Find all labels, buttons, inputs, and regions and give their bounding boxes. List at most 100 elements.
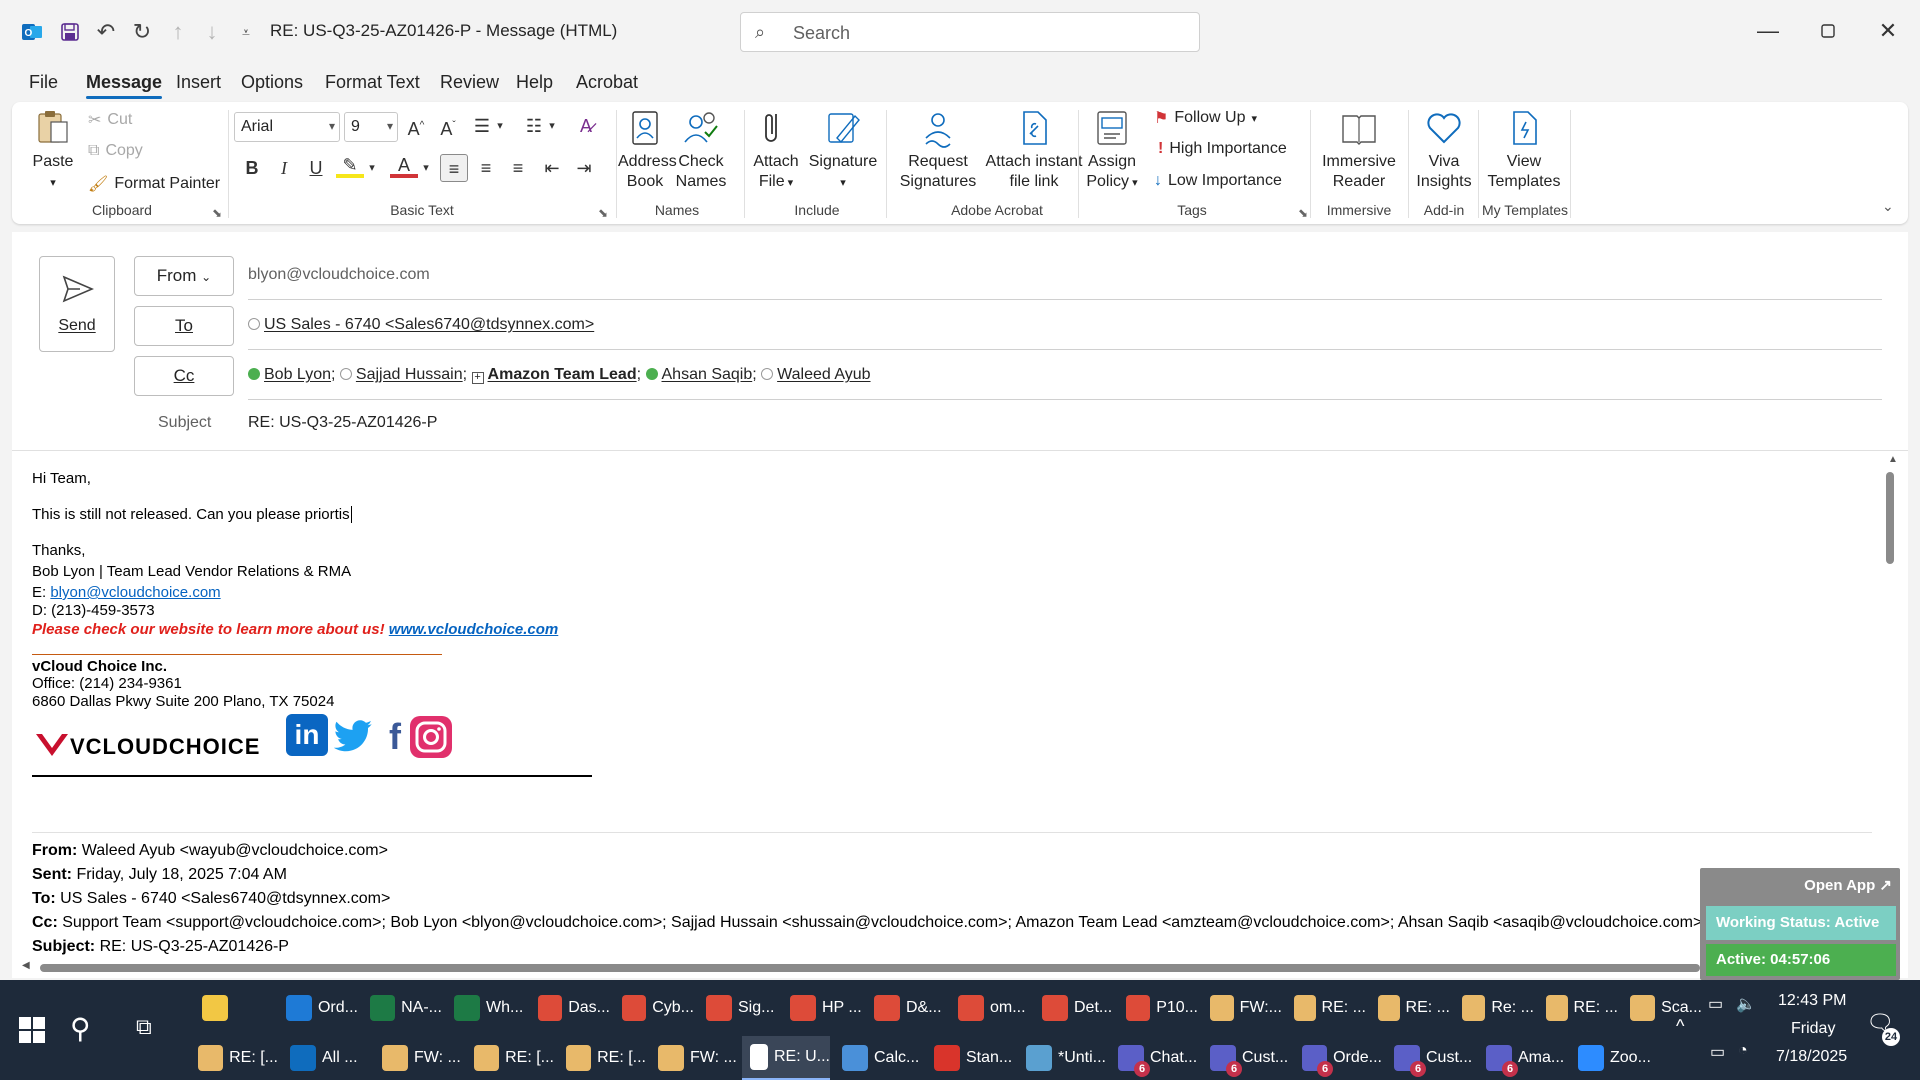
font-color-icon[interactable]: A [390, 154, 418, 178]
cut-button[interactable]: ✂ Cut [88, 110, 132, 130]
taskbar-item[interactable]: *Unti... [1018, 1036, 1106, 1080]
from-button[interactable]: From ⌄ [134, 256, 234, 296]
message-body[interactable]: Hi Team, This is still not released. Can… [12, 452, 1908, 978]
tab-options[interactable]: Options [241, 72, 303, 93]
taskbar-item[interactable]: RE: ... [1370, 986, 1450, 1030]
bullets-dropdown-icon[interactable]: ▾ [492, 112, 508, 140]
taskbar-item[interactable] [194, 986, 274, 1030]
align-left-icon[interactable]: ≡ [440, 154, 468, 182]
taskbar-item[interactable]: HP ... [782, 986, 862, 1030]
cc-recipient[interactable]: Waleed Ayub [777, 366, 870, 383]
tab-review[interactable]: Review [440, 72, 499, 93]
scroll-up-icon[interactable]: ▲ [1888, 454, 1898, 465]
tab-insert[interactable]: Insert [176, 72, 221, 93]
viva-insights-button[interactable]: Viva Insights [1414, 108, 1474, 192]
paste-button[interactable]: Paste ▾ [28, 108, 78, 193]
basic-text-launcher-icon[interactable]: ⬊ [598, 206, 608, 220]
clear-formatting-icon[interactable]: A̷ [572, 112, 600, 140]
taskbar-item[interactable]: Wh... [446, 986, 526, 1030]
facebook-icon[interactable]: f [380, 716, 410, 757]
taskbar-item[interactable]: 6 Chat... [1110, 1036, 1198, 1080]
font-size-combo[interactable]: 9 ▾ [344, 112, 398, 142]
cc-button[interactable]: Cc [134, 356, 234, 396]
to-field[interactable]: US Sales - 6740 <Sales6740@tdsynnex.com> [248, 316, 594, 334]
website-link[interactable]: www.vcloudchoice.com [389, 621, 558, 638]
tab-message[interactable]: Message [86, 72, 163, 99]
taskbar-item[interactable]: RE: ... [1538, 986, 1618, 1030]
underline-icon[interactable]: U [302, 154, 330, 182]
subject-input[interactable]: RE: US-Q3-25-AZ01426-P [248, 414, 437, 432]
to-recipient[interactable]: US Sales - 6740 <Sales6740@tdsynnex.com> [264, 316, 594, 333]
taskbar-item[interactable]: Calc... [834, 1036, 922, 1080]
address-book-button[interactable]: Address Book [618, 108, 677, 192]
taskbar-item[interactable]: Das... [530, 986, 610, 1030]
taskbar-item[interactable]: om... [950, 986, 1030, 1030]
cc-recipient[interactable]: Sajjad Hussain [356, 366, 463, 383]
twitter-icon[interactable] [333, 718, 374, 754]
search-icon[interactable]: ⚲ [70, 1012, 91, 1045]
highlight-icon[interactable]: ✎ [336, 154, 364, 178]
taskbar-item[interactable]: 6 Orde... [1294, 1036, 1382, 1080]
vertical-scroll-thumb[interactable] [1886, 472, 1894, 564]
decrease-indent-icon[interactable]: ⇤ [538, 154, 566, 182]
attach-file-button[interactable]: Attach File ▾ [748, 108, 804, 193]
view-templates-button[interactable]: View Templates [1486, 108, 1562, 192]
taskbar-item[interactable]: 6 Ama... [1478, 1036, 1566, 1080]
taskbar-item[interactable]: Cyb... [614, 986, 694, 1030]
instagram-icon[interactable] [410, 716, 452, 758]
to-button[interactable]: To [134, 306, 234, 346]
cc-recipient-group[interactable]: Amazon Team Lead [488, 366, 637, 383]
search-box[interactable]: ⌕ Search [740, 12, 1200, 52]
tab-format-text[interactable]: Format Text [325, 72, 420, 93]
font-color-dropdown-icon[interactable]: ▾ [418, 154, 434, 182]
align-center-icon[interactable]: ≡ [472, 154, 500, 182]
follow-up-button[interactable]: ⚑ Follow Up ▾ [1154, 108, 1257, 128]
display-icon[interactable]: ▭ [1710, 1042, 1725, 1062]
check-names-button[interactable]: Check Names [674, 108, 728, 192]
cc-field[interactable]: Bob Lyon; Sajjad Hussain; + Amazon Team L… [248, 366, 871, 384]
taskbar-item[interactable]: RE: [... [466, 1036, 554, 1080]
taskbar-item[interactable]: Ord... [278, 986, 358, 1030]
taskbar-item[interactable]: 6 Cust... [1386, 1036, 1474, 1080]
start-button[interactable] [12, 1010, 52, 1050]
taskbar-item[interactable]: NA-... [362, 986, 442, 1030]
taskbar-item[interactable]: Zoo... [1570, 1036, 1658, 1080]
immersive-reader-button[interactable]: Immersive Reader [1318, 108, 1400, 192]
taskbar-item[interactable]: D&... [866, 986, 946, 1030]
tags-launcher-icon[interactable]: ⬊ [1298, 206, 1308, 220]
signature-email-link[interactable]: blyon@vcloudchoice.com [50, 584, 220, 601]
previous-item-icon[interactable]: ↑ [164, 18, 192, 46]
highlight-dropdown-icon[interactable]: ▾ [364, 154, 380, 182]
font-name-combo[interactable]: Arial ▾ [234, 112, 340, 142]
low-importance-button[interactable]: ↓ Low Importance [1154, 172, 1282, 190]
collapse-ribbon-icon[interactable]: ⌄ [1882, 198, 1894, 215]
maximize-button[interactable] [1808, 14, 1848, 48]
taskbar-item[interactable]: Re: ... [1454, 986, 1534, 1030]
redo-icon[interactable]: ↻ [128, 18, 156, 46]
high-importance-button[interactable]: ! High Importance [1158, 140, 1287, 158]
clipboard-launcher-icon[interactable]: ⬊ [212, 206, 222, 220]
signature-button[interactable]: Signature ▾ [808, 108, 878, 193]
taskbar-item[interactable]: Sca... [1622, 986, 1702, 1030]
align-right-icon[interactable]: ≡ [504, 154, 532, 182]
tab-acrobat[interactable]: Acrobat [576, 72, 638, 93]
minimize-button[interactable]: — [1748, 14, 1788, 48]
network-icon[interactable]: ◔ [1738, 1042, 1748, 1060]
clock-date[interactable]: 7/18/2025 [1776, 1048, 1847, 1066]
cc-recipient[interactable]: Ahsan Saqib [662, 366, 753, 383]
tab-help[interactable]: Help [516, 72, 553, 93]
cc-recipient[interactable]: Bob Lyon [264, 366, 331, 383]
close-button[interactable]: ✕ [1868, 14, 1908, 48]
taskbar-item[interactable]: 6 Cust... [1202, 1036, 1290, 1080]
linkedin-icon[interactable]: in [286, 714, 328, 756]
volume-icon[interactable]: 🔈 [1736, 994, 1756, 1014]
clock-time[interactable]: 12:43 PM [1778, 992, 1846, 1010]
customize-qat-icon[interactable]: ⩡ [232, 18, 260, 46]
save-icon[interactable] [56, 18, 84, 46]
request-signatures-button[interactable]: Request Signatures [892, 108, 984, 192]
taskbar-item[interactable]: FW: ... [374, 1036, 462, 1080]
italic-icon[interactable]: I [270, 154, 298, 182]
send-button[interactable]: Send [39, 256, 115, 352]
copy-button[interactable]: ⧉ Copy [88, 142, 143, 160]
numbering-dropdown-icon[interactable]: ▾ [544, 112, 560, 140]
